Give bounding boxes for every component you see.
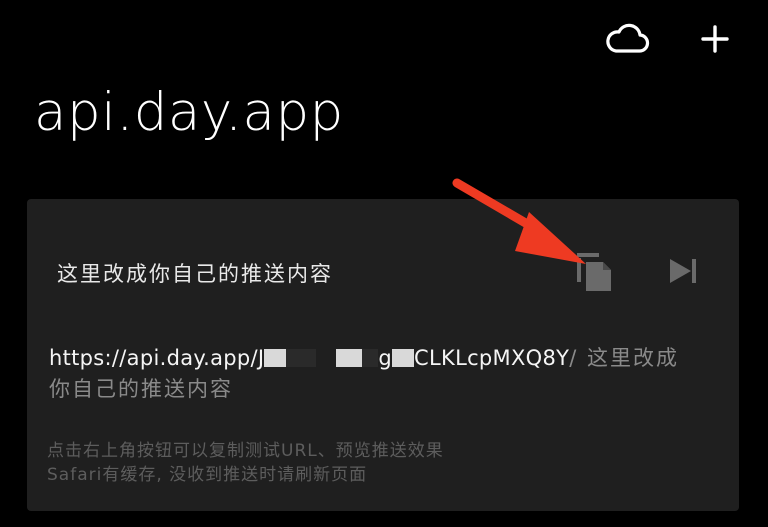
redacted-block bbox=[392, 349, 415, 367]
app-screen: api.day.app 这里改成你自己的推送内容 https://api.day… bbox=[0, 0, 768, 527]
top-toolbar bbox=[604, 22, 730, 56]
plus-icon[interactable] bbox=[700, 24, 730, 54]
url-suffix: / 这里改成 bbox=[569, 346, 680, 370]
redacted-block bbox=[362, 349, 379, 367]
copy-icon[interactable] bbox=[575, 249, 615, 293]
play-next-icon[interactable] bbox=[667, 255, 701, 287]
redacted-block bbox=[286, 349, 317, 367]
push-card: 这里改成你自己的推送内容 https://api.day.app/J g CLKLc… bbox=[27, 199, 739, 511]
url-suffix-continued: 你自己的推送内容 bbox=[49, 377, 233, 401]
redacted-block bbox=[336, 349, 363, 367]
hint-text: 点击右上角按钮可以复制测试URL、预览推送效果 Safari有缓存, 没收到推送… bbox=[47, 439, 444, 487]
url-fragment: CLKLcpMXQ8Y bbox=[414, 346, 570, 370]
url-prefix: https://api.day.app/ bbox=[49, 346, 258, 370]
hint-line: 点击右上角按钮可以复制测试URL、预览推送效果 bbox=[47, 441, 444, 461]
redacted-block bbox=[264, 349, 287, 367]
cloud-icon[interactable] bbox=[604, 22, 650, 56]
url-fragment: g bbox=[378, 346, 393, 370]
push-message-text: 这里改成你自己的推送内容 bbox=[57, 262, 333, 286]
page-title: api.day.app bbox=[34, 82, 344, 143]
test-url: https://api.day.app/J g CLKLcpMXQ8Y/ 这里改成你… bbox=[49, 343, 719, 405]
hint-line: Safari有缓存, 没收到推送时请刷新页面 bbox=[47, 465, 368, 485]
